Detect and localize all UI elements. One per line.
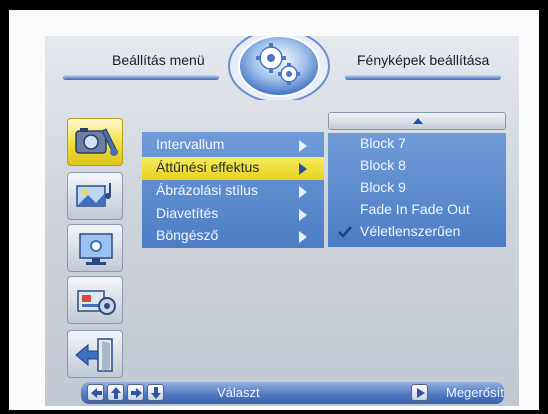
submenu-item-block-8[interactable]: Block 8 [328,155,506,177]
display-monitor-icon[interactable] [67,224,123,272]
submenu-item-block-9[interactable]: Block 9 [328,177,506,199]
submenu-item-label: Véletlenszerűen [360,223,461,239]
tv-frame: Beállítás menü Fényképek beállítása Inte… [9,10,539,410]
submenu-arrow-icon [299,163,307,175]
osd-screen: Beállítás menü Fényképek beállítása Inte… [45,36,519,406]
menu-item-label: Böngésző [156,227,219,243]
photo-settings-title: Fényképek beállítása [357,52,490,68]
bottom-navigation-bar: Választ Megerősít [81,382,504,404]
submenu-item-label: Block 7 [360,135,406,151]
submenu-item-label: Block 9 [360,179,406,195]
submenu-arrow-icon [299,140,307,152]
menu-item-interval[interactable]: Intervallum [142,134,324,157]
menu-item-label: Intervallum [156,136,225,152]
submenu-arrow-icon [299,186,307,198]
menu-item-browser[interactable]: Böngésző [142,225,324,248]
menu-item-label: Áttűnési effektus [156,159,260,175]
submenu-arrow-icon [299,209,307,221]
photo-settings-icon[interactable] [67,118,123,166]
menu-item-display-style[interactable]: Ábrázolási stílus [142,180,324,203]
submenu-arrow-icon [299,231,307,243]
arrow-down-icon[interactable] [147,384,164,401]
menu-item-label: Diavetítés [156,205,219,221]
select-label: Választ [217,385,260,400]
settings-menu-title: Beállítás menü [112,52,205,68]
photo-settings-menu: Intervallum Áttűnési effektus Ábrázolási… [142,132,324,248]
scroll-up-button[interactable] [328,112,506,130]
arrow-left-icon[interactable] [87,384,104,401]
submenu-item-label: Fade In Fade Out [360,201,470,217]
picture-music-icon[interactable] [67,172,123,220]
system-settings-icon[interactable] [67,276,123,324]
header-line-right [345,75,501,80]
arrow-up-icon[interactable] [107,384,124,401]
menu-item-transition-effect[interactable]: Áttűnési effektus [142,157,324,180]
menu-item-label: Ábrázolási stílus [156,182,258,198]
submenu-item-label: Block 8 [360,157,406,173]
transition-effect-submenu: Block 7 Block 8 Block 9 Fade In Fade Out… [328,133,506,247]
menu-item-slideshow[interactable]: Diavetítés [142,203,324,226]
confirm-label: Megerősít [446,385,504,400]
submenu-item-fade-in-fade-out[interactable]: Fade In Fade Out [328,199,506,221]
checkmark-icon [338,226,352,238]
exit-door-icon[interactable] [67,330,123,378]
submenu-item-random[interactable]: Véletlenszerűen [328,221,506,243]
play-confirm-icon[interactable] [411,384,428,401]
settings-gears-icon [227,36,331,103]
scroll-up-icon [413,118,423,124]
header-line-left [63,75,219,80]
submenu-item-block-7[interactable]: Block 7 [328,133,506,155]
arrow-right-icon[interactable] [127,384,144,401]
